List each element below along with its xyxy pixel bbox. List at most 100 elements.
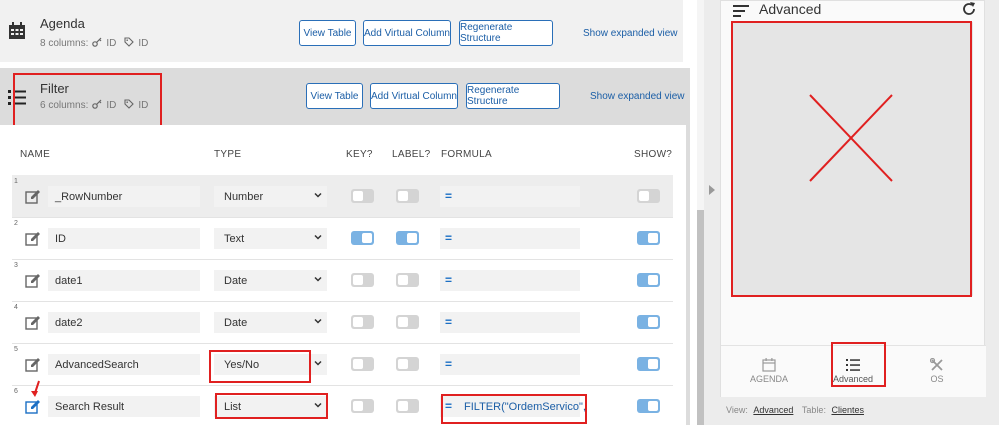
view-table-button[interactable]: View Table (306, 83, 363, 109)
formula-eq: = (445, 189, 453, 203)
row-number: 1 (14, 178, 18, 185)
show-toggle[interactable] (637, 357, 660, 371)
key-column-name: ID (106, 38, 117, 49)
table-meta: 8 columns: ID ID (40, 37, 148, 50)
columns-count: 8 columns: (40, 38, 89, 49)
column-name-field[interactable]: date1 (48, 270, 200, 291)
label-column-name: ID (138, 38, 149, 49)
menu-icon[interactable] (733, 4, 749, 17)
chevron-down-icon (313, 316, 323, 326)
edit-icon[interactable] (25, 357, 41, 373)
column-header-type: TYPE (214, 149, 242, 160)
edit-icon[interactable] (25, 189, 41, 205)
show-expanded-view-link[interactable]: Show expanded view (583, 28, 678, 39)
scrollbar[interactable] (697, 0, 704, 425)
type-select[interactable]: Date (214, 270, 327, 291)
footer-table-link[interactable]: Clientes (831, 405, 864, 415)
key-toggle[interactable] (351, 399, 374, 413)
view-table-button[interactable]: View Table (299, 20, 356, 46)
phone-frame: Advanced AGENDA Advanced OS (720, 0, 986, 397)
row-divider (12, 301, 673, 302)
add-virtual-column-button[interactable]: Add Virtual Column (370, 83, 458, 109)
column-header-name: NAME (20, 149, 51, 160)
regenerate-structure-button[interactable]: Regenerate Structure (459, 20, 553, 46)
chevron-down-icon (313, 274, 323, 284)
nav-label: OS (930, 374, 944, 384)
formula-field[interactable]: = (440, 228, 580, 249)
key-toggle[interactable] (351, 273, 374, 287)
footer-view-link[interactable]: Advanced (753, 405, 793, 415)
show-toggle[interactable] (637, 273, 660, 287)
column-name-field[interactable]: _RowNumber (48, 186, 200, 207)
formula-field[interactable]: = (440, 354, 580, 375)
show-toggle[interactable] (637, 399, 660, 413)
label-toggle[interactable] (396, 399, 419, 413)
chevron-down-icon (313, 190, 323, 200)
view-title: Advanced (759, 1, 822, 17)
label-toggle[interactable] (396, 189, 419, 203)
edit-icon[interactable] (25, 273, 41, 289)
regenerate-structure-button[interactable]: Regenerate Structure (466, 83, 560, 109)
formula-eq: = (445, 273, 453, 287)
type-value: Date (224, 275, 248, 287)
column-name-field[interactable]: date2 (48, 312, 200, 333)
row-number: 3 (14, 262, 18, 269)
calendar-icon (743, 358, 795, 372)
nav-label: AGENDA (749, 374, 788, 384)
type-select[interactable]: Text (214, 228, 327, 249)
highlight-box (215, 393, 328, 419)
formula-eq: = (445, 357, 453, 371)
key-toggle[interactable] (351, 189, 374, 203)
refresh-icon[interactable] (961, 1, 977, 17)
add-virtual-column-button[interactable]: Add Virtual Column (363, 20, 451, 46)
label-toggle[interactable] (396, 315, 419, 329)
label-toggle[interactable] (396, 231, 419, 245)
preview-footer: View: Advanced Table: Clientes (726, 405, 864, 415)
show-toggle[interactable] (637, 189, 660, 203)
app-preview-panel: Advanced AGENDA Advanced OS View: Advanc… (704, 0, 999, 425)
type-select[interactable]: Number (214, 186, 327, 207)
edit-icon[interactable] (25, 315, 41, 331)
highlight-box (209, 350, 311, 383)
row-divider (12, 385, 673, 386)
show-toggle[interactable] (637, 231, 660, 245)
row-number: 5 (14, 346, 18, 353)
formula-eq: = (445, 315, 453, 329)
footer-table-label: Table: (801, 405, 826, 415)
formula-eq: = (445, 231, 453, 245)
nav-item-os[interactable]: OS (911, 357, 963, 384)
highlight-box (441, 394, 587, 424)
formula-field[interactable]: = (440, 312, 580, 333)
type-value: Text (224, 233, 245, 245)
show-toggle[interactable] (637, 315, 660, 329)
column-header-key: KEY? (346, 149, 373, 160)
edit-icon[interactable] (25, 399, 41, 415)
formula-field[interactable]: = (440, 270, 580, 291)
show-expanded-view-link[interactable]: Show expanded view (590, 91, 685, 102)
type-value: Number (224, 191, 264, 203)
row-divider (12, 343, 673, 344)
formula-field[interactable]: = (440, 186, 580, 207)
column-header-show: SHOW? (634, 149, 673, 160)
type-select[interactable]: Date (214, 312, 327, 333)
collapse-arrow-icon[interactable] (708, 182, 716, 195)
row-number: 4 (14, 304, 18, 311)
key-toggle[interactable] (351, 231, 374, 245)
column-name-field[interactable]: ID (48, 228, 200, 249)
label-toggle[interactable] (396, 357, 419, 371)
edit-icon[interactable] (25, 231, 41, 247)
scrollbar-thumb[interactable] (697, 210, 704, 425)
key-icon (92, 37, 102, 50)
column-name-field[interactable]: AdvancedSearch (48, 354, 200, 375)
key-toggle[interactable] (351, 357, 374, 371)
row-divider (12, 259, 673, 260)
key-toggle[interactable] (351, 315, 374, 329)
footer-view-label: View: (726, 405, 748, 415)
row-number: 6 (14, 388, 18, 395)
nav-item-agenda[interactable]: AGENDA (743, 358, 795, 384)
type-value: Date (224, 317, 248, 329)
row-divider (12, 217, 673, 218)
row-number: 2 (14, 220, 18, 227)
label-toggle[interactable] (396, 273, 419, 287)
column-name-field[interactable]: Search Result (48, 396, 200, 417)
